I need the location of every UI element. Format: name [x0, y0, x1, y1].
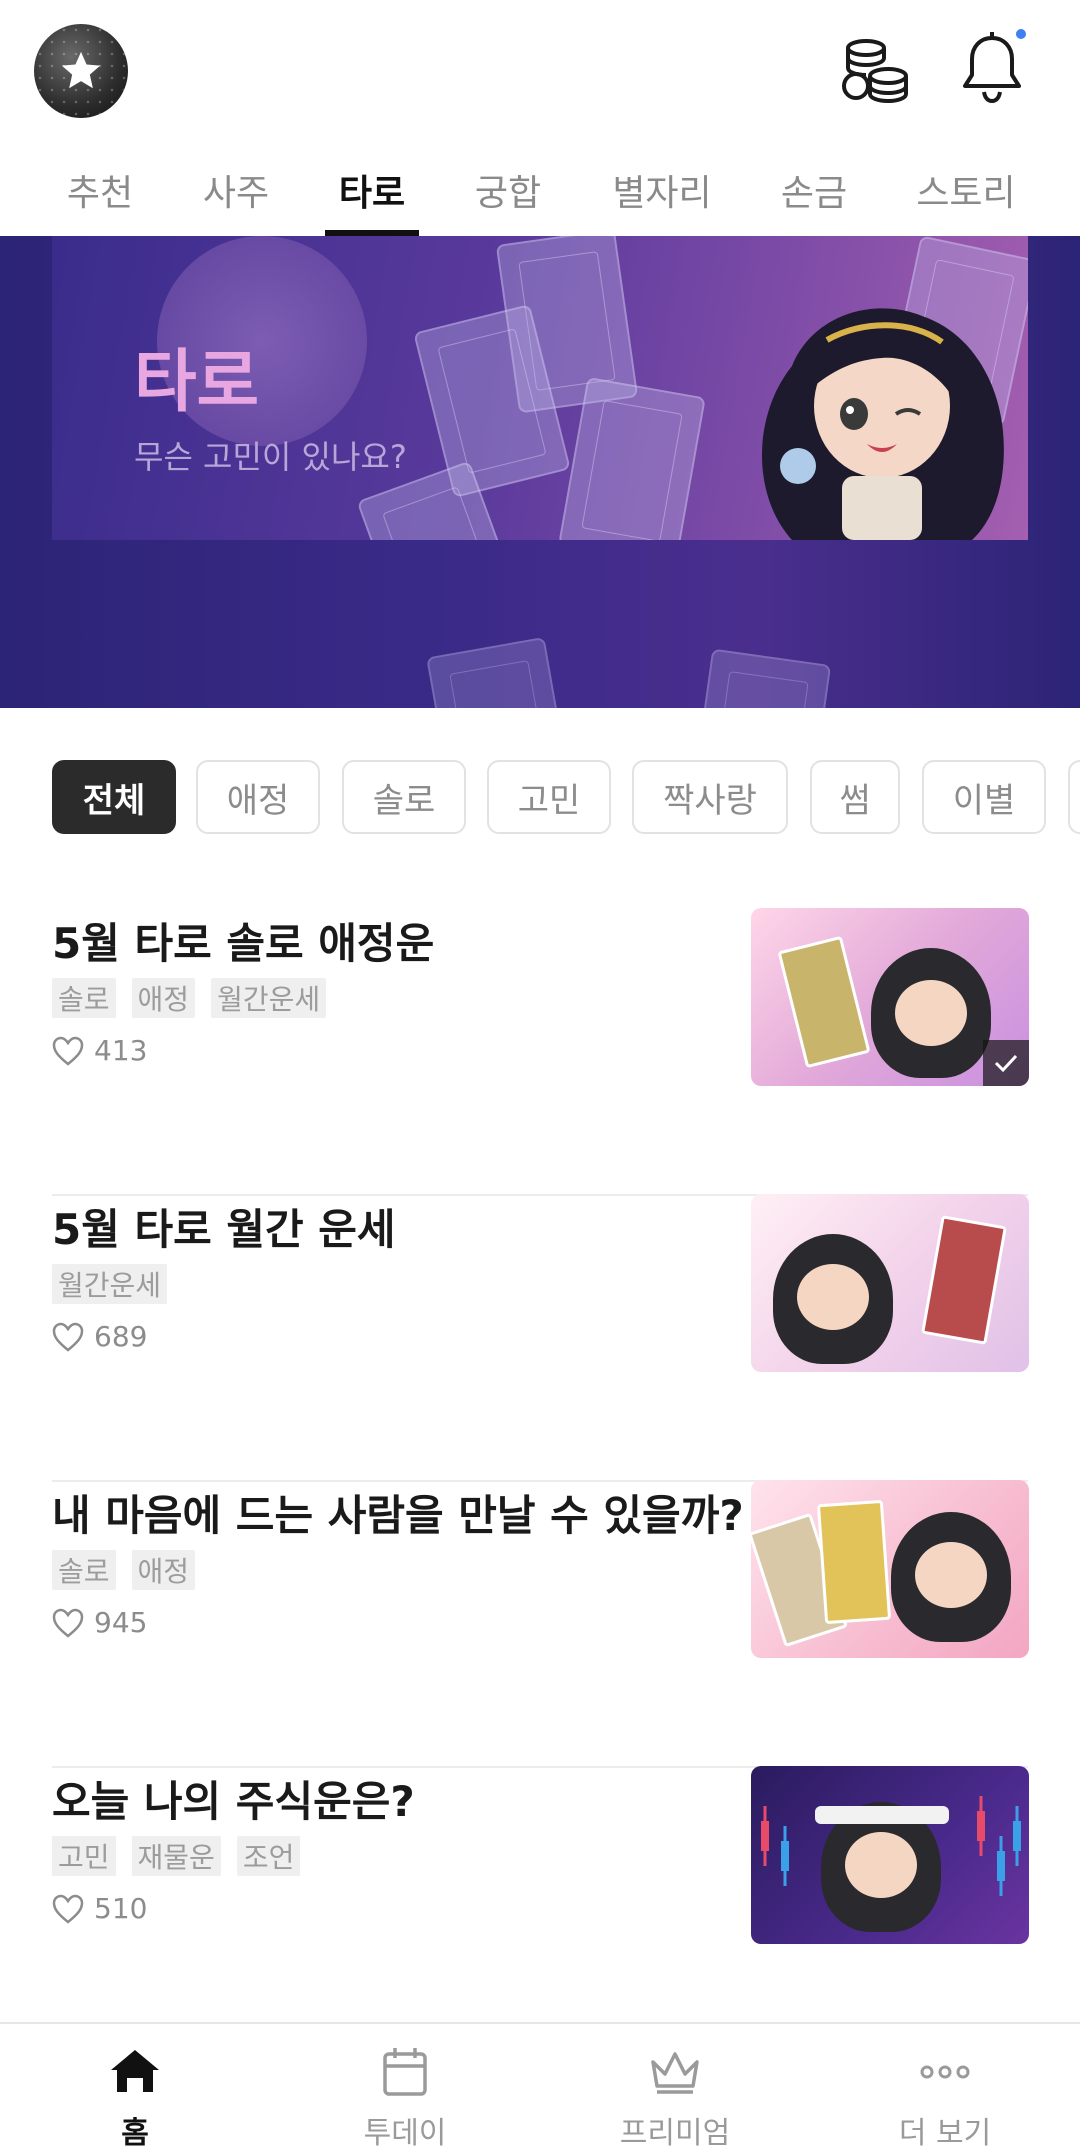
- tarot-girl-illustration: [762, 308, 1004, 540]
- headband-shape: [815, 1806, 949, 1824]
- heart-icon[interactable]: [52, 1036, 84, 1066]
- filter-chips: 전체 애정 솔로 고민 짝사랑 썸 이별: [0, 760, 1080, 834]
- chip-love[interactable]: 애정: [196, 760, 320, 834]
- nav-label: 프리미엄: [619, 2116, 731, 2151]
- nav-today[interactable]: 투데이: [305, 2044, 505, 2154]
- banner-subtitle: 무슨 고민이 있나요?: [134, 438, 407, 476]
- item-thumbnail: [751, 1766, 1029, 1944]
- item-tags: 월간운세: [52, 1264, 168, 1304]
- tag: 솔로: [52, 1550, 116, 1590]
- tarot-card-shape: [816, 1499, 892, 1625]
- tag: 애정: [131, 1550, 196, 1590]
- tag: 월간운세: [211, 978, 327, 1018]
- top-bar: [0, 0, 1080, 140]
- tag: 애정: [131, 978, 196, 1018]
- tarot-card-shape: [777, 935, 871, 1069]
- chip-worry[interactable]: 고민: [487, 760, 611, 834]
- chip-more[interactable]: [1068, 760, 1080, 834]
- category-tabs: 추천 사주 타로 궁합 별자리 손금 스토리: [0, 140, 1080, 236]
- nav-more[interactable]: 더 보기: [845, 2044, 1045, 2154]
- like-number: 510: [94, 1892, 148, 1925]
- star-logo-icon[interactable]: [34, 24, 128, 118]
- like-count: 510: [52, 1892, 147, 1925]
- home-icon: [111, 2050, 159, 2092]
- bottom-nav: 홈 투데이 프리미엄 더 보기: [0, 2022, 1080, 2155]
- item-title: 내 마음에 드는 사람을 만날 수 있을까?: [52, 1491, 744, 1540]
- list-item[interactable]: 내 마음에 드는 사람을 만날 수 있을까? 솔로 애정 945: [52, 1480, 1029, 1768]
- chip-solo[interactable]: 솔로: [342, 760, 466, 834]
- nav-home[interactable]: 홈: [35, 2044, 235, 2154]
- tag: 월간운세: [52, 1264, 168, 1304]
- item-tags: 솔로 애정: [52, 1550, 196, 1590]
- chip-breakup[interactable]: 이별: [922, 760, 1046, 834]
- item-thumbnail: [751, 1480, 1029, 1658]
- like-count: 689: [52, 1320, 147, 1353]
- nav-label: 투데이: [363, 2116, 447, 2151]
- tag: 재물운: [131, 1836, 221, 1876]
- nav-label: 홈: [121, 2116, 149, 2151]
- heart-icon[interactable]: [52, 1322, 84, 1352]
- tab-palmistry[interactable]: 손금: [778, 140, 850, 236]
- item-title: 5월 타로 월간 운세: [52, 1205, 396, 1254]
- chip-all[interactable]: 전체: [52, 760, 176, 834]
- notification-dot: [1016, 29, 1026, 39]
- tarot-card-shape: [688, 648, 832, 708]
- check-icon: [983, 1040, 1029, 1086]
- like-count: 945: [52, 1606, 147, 1639]
- chip-crush[interactable]: 짝사랑: [632, 760, 788, 834]
- tag: 고민: [52, 1836, 116, 1876]
- tab-tarot[interactable]: 타로: [325, 140, 419, 236]
- item-thumbnail: [751, 908, 1029, 1086]
- banner-title: 타로: [134, 343, 260, 422]
- item-title: 오늘 나의 주식운은?: [52, 1777, 415, 1826]
- heart-icon[interactable]: [52, 1608, 84, 1638]
- more-icon: [920, 2065, 970, 2079]
- tarot-banner: 타로 무슨 고민이 있나요?: [0, 236, 1080, 708]
- character-face: [845, 1832, 917, 1898]
- list-item[interactable]: 5월 타로 솔로 애정운 솔로 애정 월간운세 413: [52, 908, 1029, 1196]
- heart-icon[interactable]: [52, 1894, 84, 1924]
- tag: 조언: [236, 1836, 301, 1876]
- item-thumbnail: [751, 1194, 1029, 1372]
- item-tags: 솔로 애정 월간운세: [52, 978, 327, 1018]
- tarot-card-shape: [921, 1215, 1007, 1345]
- nav-premium[interactable]: 프리미엄: [575, 2044, 775, 2154]
- coins-icon[interactable]: [836, 36, 912, 106]
- nav-label: 더 보기: [898, 2116, 992, 2151]
- like-number: 945: [94, 1606, 148, 1639]
- like-number: 413: [94, 1034, 148, 1067]
- chip-some[interactable]: 썸: [810, 760, 900, 834]
- tag: 솔로: [52, 978, 116, 1018]
- list-item[interactable]: 오늘 나의 주식운은? 고민 재물운 조언 510: [52, 1766, 1029, 2054]
- bell-icon[interactable]: [956, 30, 1028, 106]
- tab-constellation[interactable]: 별자리: [610, 140, 714, 236]
- tab-story[interactable]: 스토리: [914, 140, 1018, 236]
- item-title: 5월 타로 솔로 애정운: [52, 919, 435, 968]
- list-item[interactable]: 5월 타로 월간 운세 월간운세 689: [52, 1194, 1029, 1482]
- character-face: [895, 980, 967, 1046]
- tarot-card-shape: [426, 636, 574, 708]
- tab-recommend[interactable]: 추천: [64, 140, 136, 236]
- tab-saju[interactable]: 사주: [200, 140, 272, 236]
- calendar-icon: [383, 2048, 427, 2096]
- item-tags: 고민 재물운 조언: [52, 1836, 301, 1876]
- tab-compatibility[interactable]: 궁합: [472, 140, 544, 236]
- crown-icon: [651, 2052, 699, 2094]
- like-count: 413: [52, 1034, 147, 1067]
- like-number: 689: [94, 1320, 148, 1353]
- character-face: [797, 1264, 869, 1330]
- character-face: [915, 1542, 987, 1608]
